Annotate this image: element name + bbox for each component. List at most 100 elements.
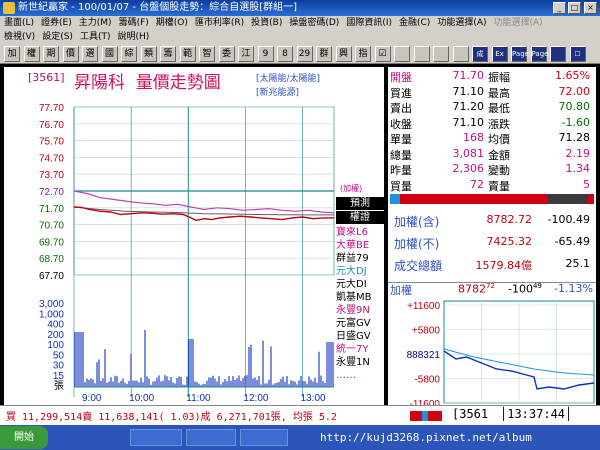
toolbar-button[interactable]: 指 xyxy=(355,46,371,62)
quote-label: 金額 xyxy=(488,148,510,162)
mini-index-label: 加權 xyxy=(390,284,412,297)
toolbar-button[interactable]: 8 xyxy=(277,46,293,62)
toolbar-button[interactable]: 成 xyxy=(472,46,488,62)
broker-legend-item[interactable]: 寶來L6 xyxy=(336,226,384,239)
quote-label: 收盤 xyxy=(390,117,412,131)
broker-legend-header[interactable]: 預測 xyxy=(336,197,384,210)
mini-index-chart[interactable]: +11600+5800888321-5800-11600 xyxy=(388,297,596,407)
time-axis-tick: 13:00 xyxy=(301,393,326,404)
toolbar-button[interactable]: ☐ xyxy=(569,46,586,62)
quote-value: 2,306 xyxy=(452,162,485,175)
quote-label: 總量 xyxy=(390,148,412,162)
taskbar-item[interactable] xyxy=(240,429,288,446)
menu-item[interactable]: 期權(O) xyxy=(156,16,188,30)
minimize-button[interactable]: _ xyxy=(553,2,566,14)
price-axis-tick: 72.70 xyxy=(39,187,64,198)
toolbar-button[interactable]: 綜 xyxy=(121,46,137,62)
toolbar-button[interactable]: 29 xyxy=(296,46,313,62)
price-axis-tick: 77.70 xyxy=(39,103,64,114)
quote-value: 72 xyxy=(470,177,484,191)
toolbar-button[interactable]: Page xyxy=(511,46,529,62)
toolbar-button[interactable]: 委 xyxy=(218,46,235,62)
toolbar-button[interactable]: 群 xyxy=(316,46,332,62)
toolbar-button[interactable] xyxy=(550,46,566,62)
index-row: 成交總額 1579.84億 25.1 xyxy=(388,257,596,273)
quote-value: 71.10 xyxy=(452,115,485,129)
menu-item[interactable]: 檢視(V) xyxy=(4,30,35,44)
toolbar-button[interactable]: 期 xyxy=(43,46,59,62)
quote-label: 最高 xyxy=(488,86,510,100)
menu-item[interactable]: 主力(M) xyxy=(79,16,112,30)
toolbar-button[interactable] xyxy=(413,46,430,62)
broker-legend-item[interactable]: 統一7Y xyxy=(336,343,384,356)
toolbar-button[interactable]: ☑ xyxy=(374,46,391,62)
index-label: 成交總額 xyxy=(394,259,443,273)
quote-row: 收盤 71.10 漲跌 -1.60 xyxy=(388,116,596,131)
menu-item[interactable]: 功能選擇(A) xyxy=(437,16,486,30)
quote-value: -1.60 xyxy=(561,115,590,129)
taskbar-item[interactable] xyxy=(130,429,182,446)
menu-item[interactable]: 功能選擇(A) xyxy=(494,16,543,30)
broker-legend-item[interactable]: 永豐1N xyxy=(336,356,384,369)
broker-legend-header[interactable]: 權證 xyxy=(336,211,384,224)
toolbar-button[interactable]: 智 xyxy=(199,46,215,62)
toolbar-button[interactable]: 9 xyxy=(257,46,274,62)
index-value: 8782.72 xyxy=(486,213,533,226)
time-axis-tick: 11:00 xyxy=(186,393,211,404)
toolbar-button[interactable]: Page xyxy=(530,46,548,62)
window-title: 新世紀贏家 - 100/01/07 - 台盤個股走勢：綜合自選股[群組一] xyxy=(18,2,298,13)
index-value: 7425.32 xyxy=(486,235,533,248)
menu-item[interactable]: 投資(B) xyxy=(251,16,282,30)
broker-legend-item[interactable]: 大華BE xyxy=(336,239,384,252)
toolbar-button[interactable]: 權 xyxy=(23,46,40,62)
broker-legend-item[interactable]: ‥‥‥ xyxy=(336,369,384,382)
broker-legend-item[interactable]: 元富GV xyxy=(336,317,384,330)
quote-label: 開盤 xyxy=(390,71,412,84)
status-stock-code[interactable]: [3561 xyxy=(452,407,488,421)
price-volume-chart[interactable]: 77.70 76.70 75.70 74.70 73.70 72.70 71.70 70.70… xyxy=(4,67,384,405)
menu-item[interactable]: 證券(E) xyxy=(41,16,72,30)
broker-legend-item[interactable]: 元大DI xyxy=(336,278,384,291)
menu-item[interactable]: 工具(T) xyxy=(80,30,111,44)
menu-item[interactable]: 國際資訊(I) xyxy=(346,16,392,30)
volume-axis-tick: 張 xyxy=(54,380,64,392)
toolbar-button[interactable]: 江 xyxy=(238,46,254,62)
menu-item[interactable]: 設定(S) xyxy=(42,30,73,44)
price-axis-tick: 68.70 xyxy=(39,254,64,265)
broker-legend-item[interactable]: 元大DJ xyxy=(336,265,384,278)
menu-item[interactable]: 操盤密碼(D) xyxy=(289,16,339,30)
broker-legend-item[interactable]: 凱基MB xyxy=(336,291,384,304)
menu-item[interactable]: 說明(H) xyxy=(117,30,149,44)
price-axis-tick: 75.70 xyxy=(39,137,64,148)
menu-row-secondary: 檢視(V) 設定(S) 工具(T) 說明(H) xyxy=(4,30,156,44)
toolbar-button[interactable]: 籌 xyxy=(160,46,176,62)
broker-legend-item[interactable]: 永豐9N xyxy=(336,304,384,317)
start-button[interactable]: 開始 xyxy=(0,426,48,449)
toolbar-button[interactable]: 國 xyxy=(101,46,118,62)
broker-legend-item[interactable]: 日盛GV xyxy=(336,330,384,343)
quote-row: 昨量 2,306 變動 1.34 xyxy=(388,162,596,177)
toolbar-button[interactable]: Ex xyxy=(491,46,508,62)
app-logo-icon xyxy=(3,2,15,14)
toolbar-button[interactable]: 範 xyxy=(179,46,196,62)
toolbar-button[interactable] xyxy=(433,46,449,62)
toolbar-button[interactable]: 興 xyxy=(335,46,352,62)
menu-item[interactable]: 匯市利率(R) xyxy=(195,16,244,30)
toolbar-button[interactable]: 選 xyxy=(82,46,98,62)
toolbar-button[interactable]: 類 xyxy=(140,46,157,62)
toolbar-button[interactable] xyxy=(394,46,410,62)
index-value: 1579.84億 xyxy=(475,259,533,272)
trade-summary: 買 11,299,514賣 11,638,141( 1.03)成 6,271,7… xyxy=(6,412,337,423)
taskbar-item[interactable] xyxy=(186,429,236,446)
broker-legend-item[interactable]: 群益79 xyxy=(336,252,384,265)
close-button[interactable]: × xyxy=(584,2,597,14)
maximize-button[interactable]: □ xyxy=(568,2,581,14)
toolbar-button[interactable]: 價 xyxy=(62,46,79,62)
menu-item[interactable]: 籌碼(F) xyxy=(119,16,149,30)
quote-value: 70.80 xyxy=(558,100,591,113)
toolbar-button[interactable]: 加 xyxy=(4,46,20,62)
menu-item[interactable]: 金融(C) xyxy=(399,16,430,30)
menu-item[interactable]: 畫面(L) xyxy=(4,16,34,30)
toolbar-button[interactable] xyxy=(452,46,469,62)
quote-row: 買量 72 賣量 5 xyxy=(388,178,596,193)
